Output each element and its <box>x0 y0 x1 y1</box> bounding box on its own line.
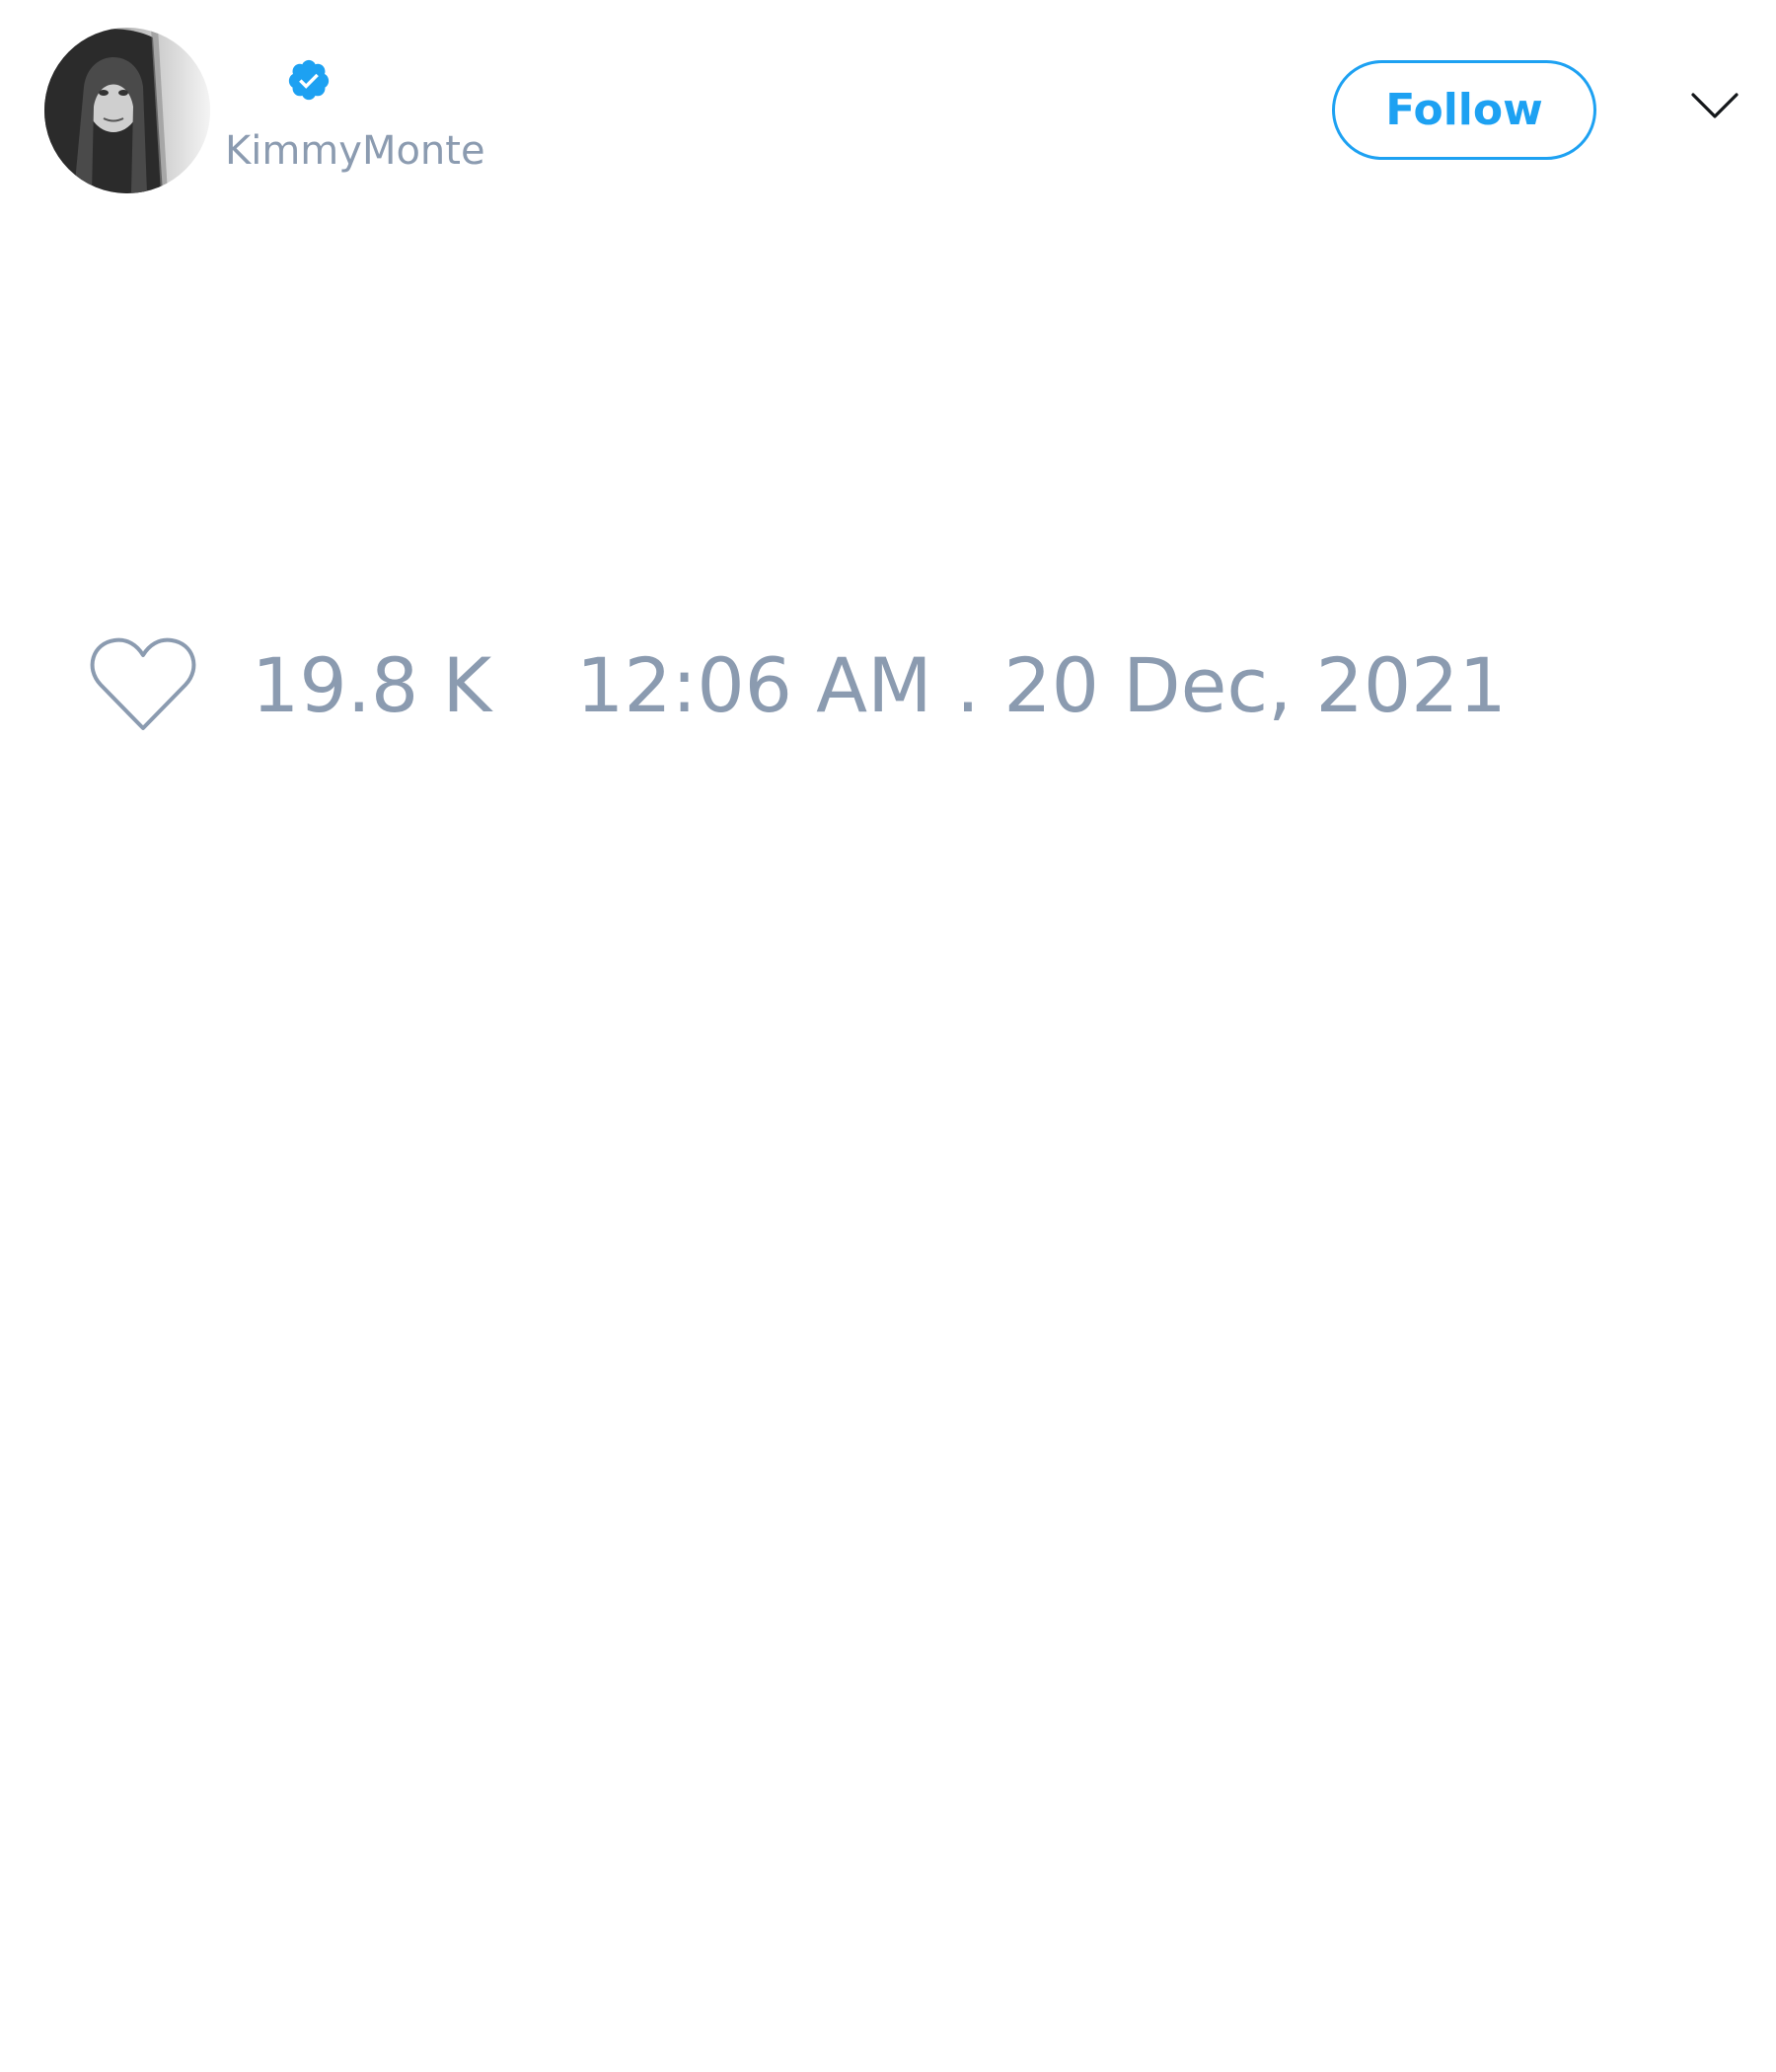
avatar[interactable] <box>44 28 210 193</box>
follow-button[interactable]: Follow <box>1332 60 1596 160</box>
avatar-photo <box>44 28 210 193</box>
tweet-timestamp[interactable]: 12:06 AM . 20 Dec, 2021 <box>576 641 1507 730</box>
chevron-down-icon[interactable] <box>1689 87 1740 126</box>
tweet-stats: 19.8 K 12:06 AM . 20 Dec, 2021 <box>0 622 1776 750</box>
like-count: 19.8 K <box>252 641 492 729</box>
verified-badge-icon <box>288 59 330 101</box>
heart-icon[interactable] <box>87 635 199 734</box>
tweet-header: KimmyMonte Follow <box>0 0 1776 217</box>
author-username[interactable]: KimmyMonte <box>225 126 485 176</box>
